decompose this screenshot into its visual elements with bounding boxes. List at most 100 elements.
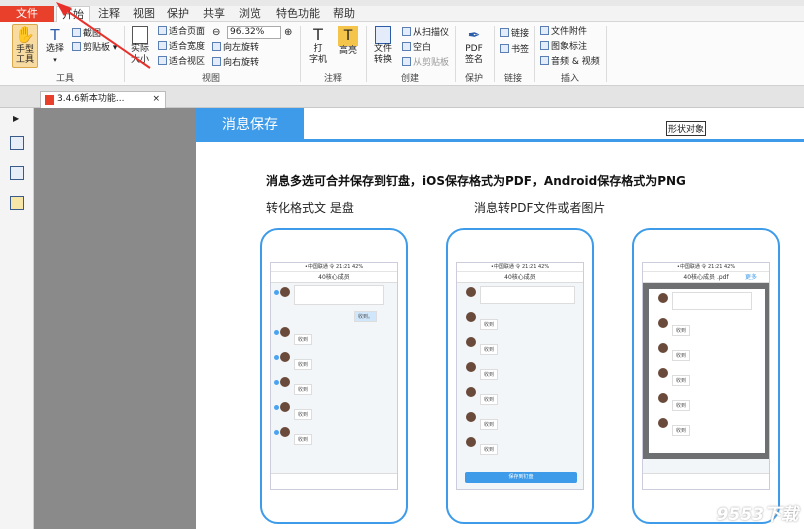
- status-bar: •中国联通 令 21:21 42%: [271, 263, 397, 272]
- page-background: [34, 108, 196, 529]
- menu-share[interactable]: 共享: [198, 6, 230, 22]
- list-item: 收到: [652, 390, 762, 414]
- ribbon-toolbar: ✋ 手型 工具 T 选择 ▾ 截图 剪贴板 ▾ 工具 实际 大小 适合页面 适合…: [0, 22, 804, 86]
- annotate-group-label: 注释: [323, 74, 342, 84]
- message-bubble: [672, 292, 752, 310]
- check-icon: [274, 430, 279, 435]
- list-item: 收到: [460, 309, 580, 333]
- message-bubble: 收到: [294, 359, 313, 370]
- hand-tool-button[interactable]: ✋ 手型 工具: [12, 24, 38, 68]
- list-item: 收到: [460, 334, 580, 358]
- pdf-page: 消息保存 形状对象 消息多选可合并保存到钉盘，iOS保存格式为PDF，Andro…: [196, 108, 804, 529]
- menu-file[interactable]: 文件: [0, 6, 54, 22]
- fit-area-button[interactable]: 适合视区: [158, 56, 205, 68]
- select-button[interactable]: T 选择 ▾: [44, 26, 66, 66]
- comments-icon[interactable]: [10, 196, 24, 210]
- pdf-file-icon: [45, 95, 54, 105]
- typewriter-button[interactable]: T 打 字机: [306, 26, 330, 66]
- from-scanner-button[interactable]: 从扫描仪: [402, 27, 449, 39]
- message-bubble: 收到: [672, 350, 691, 361]
- typewriter-icon: T: [313, 25, 323, 44]
- screenshot-label: 截图: [83, 29, 102, 39]
- list-item: 收到: [274, 424, 394, 448]
- audio-video-button[interactable]: 音频 & 视频: [540, 56, 600, 68]
- image-annotation-label: 图象标注: [551, 42, 588, 52]
- rotate-right-button[interactable]: 向右旋转: [212, 57, 259, 69]
- menu-protect[interactable]: 保护: [162, 6, 194, 22]
- list-item: [274, 284, 394, 308]
- bookmark-label: 书签: [511, 45, 530, 55]
- actual-size-button[interactable]: 实际 大小: [128, 26, 152, 66]
- fit-width-button[interactable]: 适合宽度: [158, 41, 205, 53]
- zoom-in-icon[interactable]: ⊕: [284, 27, 292, 38]
- bookmark-button[interactable]: 书签: [500, 44, 529, 56]
- link-label: 链接: [511, 29, 530, 39]
- image-annotation-button[interactable]: 图象标注: [540, 41, 587, 53]
- document-tab-title: 3.4.6新本功能...: [57, 94, 125, 104]
- status-bar: •中国联通 令 21:21 42%: [457, 263, 583, 272]
- convert-button[interactable]: 文件 转换: [370, 26, 396, 66]
- avatar: [658, 318, 668, 328]
- fit-width-icon: [158, 41, 167, 50]
- menu-features[interactable]: 特色功能: [272, 6, 324, 22]
- avatar: [658, 368, 668, 378]
- clipboard-button[interactable]: 剪贴板 ▾: [72, 42, 117, 54]
- chat-title: 40核心成员: [457, 272, 583, 283]
- menu-annotate[interactable]: 注释: [92, 6, 126, 22]
- blank-label: 空白: [413, 43, 432, 53]
- message-bubble: 收到: [480, 444, 499, 455]
- from-scanner-label: 从扫描仪: [413, 28, 450, 38]
- list-item: 收到。: [274, 309, 394, 323]
- pen-icon: ✒: [467, 26, 481, 44]
- audio-video-label: 音频 & 视频: [551, 57, 600, 67]
- message-bubble: 收到: [480, 319, 499, 330]
- document-tab[interactable]: 3.4.6新本功能... ×: [40, 91, 166, 108]
- list-item: 收到: [460, 359, 580, 383]
- layers-icon[interactable]: [10, 166, 24, 180]
- highlight-button[interactable]: T 高亮: [336, 26, 360, 57]
- shape-object-label[interactable]: 形状对象: [666, 121, 707, 136]
- highlight-icon: T: [338, 26, 358, 46]
- file-convert-icon: [375, 26, 391, 44]
- menu-browse[interactable]: 浏览: [234, 6, 266, 22]
- from-clipboard-button[interactable]: 从剪贴板: [402, 57, 449, 69]
- page-thumbnail-icon[interactable]: [10, 136, 24, 150]
- fit-area-icon: [158, 56, 167, 65]
- file-attachment-button[interactable]: 文件附件: [540, 26, 587, 38]
- hand-icon: ✋: [15, 25, 35, 44]
- avatar: [466, 362, 476, 372]
- subheading-right: 消息转PDF文件或者图片: [474, 201, 606, 215]
- scanner-icon: [402, 27, 411, 36]
- divider: [534, 26, 535, 82]
- fit-page-button[interactable]: 适合页面: [158, 26, 205, 38]
- close-tab-icon[interactable]: ×: [152, 92, 160, 107]
- fit-area-label: 适合视区: [169, 57, 206, 67]
- divider: [455, 26, 456, 82]
- avatar: [280, 402, 290, 412]
- rotate-left-button[interactable]: 向左旋转: [212, 42, 259, 54]
- avatar: [466, 337, 476, 347]
- rotate-right-icon: [212, 57, 221, 66]
- menu-home[interactable]: 开始: [56, 6, 90, 22]
- menu-view[interactable]: 视图: [128, 6, 160, 22]
- watermark-logo: 9553下载: [716, 505, 798, 525]
- banner-underline: [304, 108, 804, 142]
- link-button[interactable]: 链接: [500, 28, 529, 40]
- pdf-sign-button[interactable]: ✒ PDF 签名: [462, 26, 486, 66]
- phone-screen: •中国联通 令 21:21 42% 40核心成员 收到 收到 收到 收到 收到 …: [456, 262, 584, 490]
- divider: [300, 26, 301, 82]
- list-item: 收到: [652, 365, 762, 389]
- zoom-input[interactable]: 96.32%: [227, 26, 281, 39]
- check-icon: [274, 290, 279, 295]
- divider: [606, 26, 607, 82]
- subheading-left: 转化格式文 是盘: [266, 201, 354, 215]
- menu-help[interactable]: 帮助: [328, 6, 360, 22]
- avatar: [466, 287, 476, 297]
- save-to-drive-button[interactable]: 保存到钉盘: [465, 472, 577, 483]
- screenshot-button[interactable]: 截图: [72, 28, 101, 40]
- zoom-out-icon[interactable]: ⊖: [212, 27, 220, 38]
- blank-button[interactable]: 空白: [402, 42, 431, 54]
- message-bubble: 收到: [672, 375, 691, 386]
- expand-panel-icon[interactable]: ▶: [13, 114, 19, 123]
- more-link[interactable]: 更多: [745, 272, 757, 283]
